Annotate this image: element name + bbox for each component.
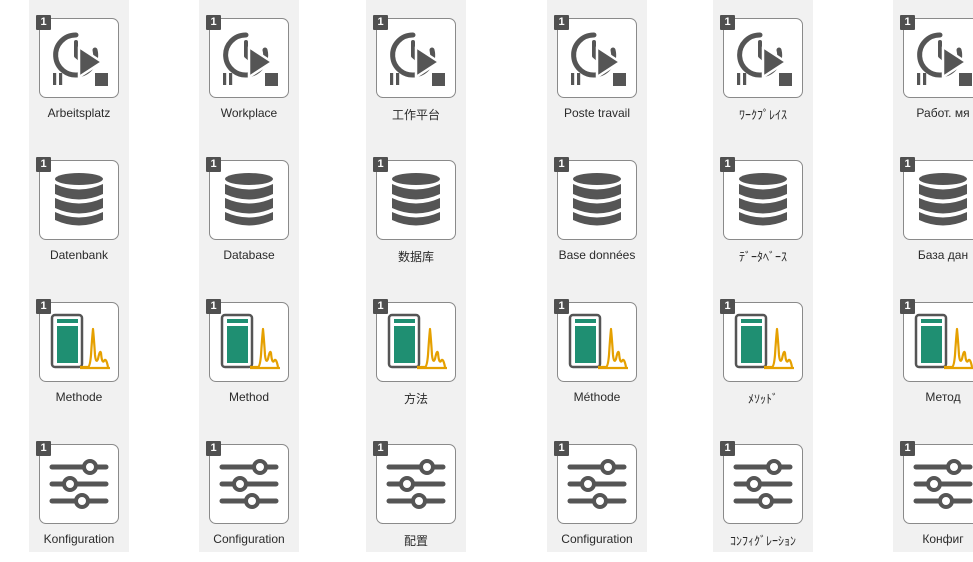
workplace-tile-ja[interactable]: 1 ﾜｰｸﾌﾟﾚｲｽ: [713, 6, 813, 136]
workplace-run-icon[interactable]: 1: [36, 15, 119, 98]
method-label: Méthode: [573, 390, 621, 404]
method-chromatogram-icon[interactable]: 1: [206, 299, 289, 382]
count-badge: 1: [720, 15, 735, 30]
configuration-label: 配置: [403, 534, 428, 548]
configuration-sliders-icon[interactable]: 1: [36, 441, 119, 524]
database-icon[interactable]: 1: [373, 157, 456, 240]
count-badge: 1: [206, 299, 221, 314]
configuration-tile-en[interactable]: 1 Configuration: [199, 432, 299, 562]
count-badge: 1: [373, 299, 388, 314]
workplace-run-icon[interactable]: 1: [373, 15, 456, 98]
count-badge: 1: [554, 441, 569, 456]
workplace-tile-de[interactable]: 1 Arbeitsplatz: [29, 6, 129, 136]
configuration-label: ｺﾝﾌｨｸﾞﾚｰｼｮﾝ: [729, 534, 796, 548]
method-chromatogram-icon[interactable]: 1: [373, 299, 456, 382]
workplace-run-icon[interactable]: 1: [206, 15, 289, 98]
configuration-label: Конфиг: [922, 532, 964, 546]
workplace-label: Poste travail: [563, 106, 631, 120]
method-tile-de[interactable]: 1 Methode: [29, 290, 129, 420]
configuration-sliders-icon[interactable]: 1: [373, 441, 456, 524]
database-label: Base données: [558, 248, 636, 262]
workplace-run-icon[interactable]: 1: [900, 15, 973, 98]
method-chromatogram-icon[interactable]: 1: [720, 299, 803, 382]
database-tile-ja[interactable]: 1 ﾃﾞｰﾀﾍﾞｰｽ: [713, 148, 813, 278]
database-tile-fr[interactable]: 1 Base données: [547, 148, 647, 278]
method-tile-ja[interactable]: 1 ﾒｿｯﾄﾞ: [713, 290, 813, 420]
workplace-label: 工作平台: [391, 108, 440, 122]
database-tile-en[interactable]: 1 Database: [199, 148, 299, 278]
configuration-tile-zh[interactable]: 1 配置: [366, 432, 466, 562]
configuration-sliders-icon[interactable]: 1: [206, 441, 289, 524]
configuration-tile-fr[interactable]: 1 Configuration: [547, 432, 647, 562]
count-badge: 1: [206, 157, 221, 172]
workplace-run-icon[interactable]: 1: [554, 15, 637, 98]
count-badge: 1: [720, 299, 735, 314]
configuration-sliders-icon[interactable]: 1: [720, 441, 803, 524]
count-badge: 1: [373, 157, 388, 172]
method-tile-zh[interactable]: 1 方法: [366, 290, 466, 420]
configuration-tile-ja[interactable]: 1 ｺﾝﾌｨｸﾞﾚｰｼｮﾝ: [713, 432, 813, 562]
count-badge: 1: [206, 441, 221, 456]
workplace-tile-ru[interactable]: 1 Работ. мя: [893, 6, 973, 136]
count-badge: 1: [554, 157, 569, 172]
method-label: Method: [228, 390, 270, 404]
configuration-tile-de[interactable]: 1 Konfiguration: [29, 432, 129, 562]
count-badge: 1: [554, 15, 569, 30]
method-label: 方法: [403, 392, 428, 406]
method-chromatogram-icon[interactable]: 1: [36, 299, 119, 382]
database-label: ﾃﾞｰﾀﾍﾞｰｽ: [738, 250, 787, 264]
workplace-tile-zh[interactable]: 1 工作平台: [366, 6, 466, 136]
configuration-sliders-icon[interactable]: 1: [554, 441, 637, 524]
database-label: Database: [223, 248, 275, 262]
database-icon[interactable]: 1: [720, 157, 803, 240]
configuration-sliders-icon[interactable]: 1: [900, 441, 973, 524]
database-label: Datenbank: [49, 248, 109, 262]
workplace-run-icon[interactable]: 1: [720, 15, 803, 98]
configuration-label: Configuration: [561, 532, 633, 546]
method-label: ﾒｿｯﾄﾞ: [747, 392, 778, 406]
database-icon[interactable]: 1: [36, 157, 119, 240]
count-badge: 1: [554, 299, 569, 314]
method-chromatogram-icon[interactable]: 1: [900, 299, 973, 382]
count-badge: 1: [373, 441, 388, 456]
count-badge: 1: [900, 157, 915, 172]
method-tile-ru[interactable]: 1 Метод: [893, 290, 973, 420]
configuration-label: Konfiguration: [43, 532, 115, 546]
method-label: Methode: [55, 390, 103, 404]
method-chromatogram-icon[interactable]: 1: [554, 299, 637, 382]
workplace-label: Работ. мя: [916, 106, 970, 120]
database-tile-ru[interactable]: 1 База дан: [893, 148, 973, 278]
method-label: Метод: [925, 390, 961, 404]
database-icon[interactable]: 1: [554, 157, 637, 240]
count-badge: 1: [900, 441, 915, 456]
count-badge: 1: [373, 15, 388, 30]
workplace-label: Workplace: [220, 106, 278, 120]
database-tile-de[interactable]: 1 Datenbank: [29, 148, 129, 278]
database-label: База дан: [917, 248, 969, 262]
workplace-label: ﾜｰｸﾌﾟﾚｲｽ: [738, 108, 787, 122]
method-tile-en[interactable]: 1 Method: [199, 290, 299, 420]
database-icon[interactable]: 1: [206, 157, 289, 240]
method-tile-fr[interactable]: 1 Méthode: [547, 290, 647, 420]
count-badge: 1: [36, 299, 51, 314]
workplace-tile-en[interactable]: 1 Workplace: [199, 6, 299, 136]
database-tile-zh[interactable]: 1 数据库: [366, 148, 466, 278]
count-badge: 1: [36, 15, 51, 30]
count-badge: 1: [900, 15, 915, 30]
count-badge: 1: [36, 441, 51, 456]
database-label: 数据库: [397, 250, 434, 264]
count-badge: 1: [720, 441, 735, 456]
count-badge: 1: [36, 157, 51, 172]
count-badge: 1: [720, 157, 735, 172]
database-icon[interactable]: 1: [900, 157, 973, 240]
workplace-tile-fr[interactable]: 1 Poste travail: [547, 6, 647, 136]
count-badge: 1: [900, 299, 915, 314]
configuration-label: Configuration: [213, 532, 285, 546]
count-badge: 1: [206, 15, 221, 30]
workplace-label: Arbeitsplatz: [47, 106, 111, 120]
configuration-tile-ru[interactable]: 1 Конфиг: [893, 432, 973, 562]
